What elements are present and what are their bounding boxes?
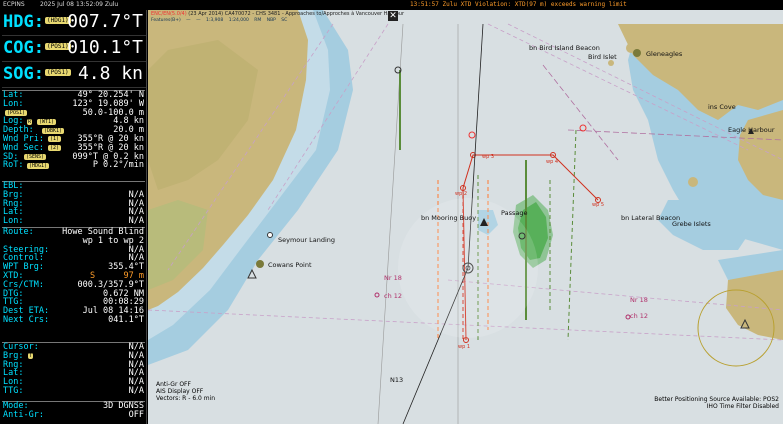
ebl-lon-row: Lon: N/A [2,217,145,226]
ebl-rng-row: Rng: N/A [2,199,145,209]
label-bird-island-beacon: bn Bird Island Beacon [529,44,600,52]
wind-primary-badge[interactable]: (1) [48,136,62,143]
rot-label: RoT: [3,160,24,171]
cursor-section[interactable]: Cursor: N/A Brg: T N/A Rng: N/A Lat: N/A Lon:… [2,342,145,396]
label-n13: N13 [390,376,404,384]
rot-value: P 0.2°/min [92,160,144,171]
next-crs-value: 041.1°T [108,314,144,325]
ebl-lat-row: Lat: N/A [2,208,145,217]
pos-source-badge[interactable]: (POS1) [5,110,28,117]
cog-label: COG: [3,38,44,58]
app-title: ECPINS [3,1,25,8]
log-mode-badge[interactable]: R [27,118,33,125]
label-ch12-west: ch 12 [384,292,403,300]
route-section[interactable]: Route: Howe Sound Blind wp 1 to wp 2 Stee… [2,227,145,325]
waypoint-1-label: wp 1 [458,344,471,350]
next-crs-row: Next Crs: 041.1°T [2,314,145,325]
rot-row: RoT: (HDG1) P 0.2°/min [2,161,145,170]
time-display: 13:52:09 Zulu [76,1,119,8]
log-source-badge[interactable]: (WT1) [37,118,57,125]
ebl-row: EBL: [2,182,145,191]
cursor-rng-row: Rng: N/A [2,360,145,370]
set-drift-badge[interactable]: (SENS) [24,154,47,161]
chart-info-bar: ENC/EN(5.0/4) (23 Apr 2014) CA470072 - C… [148,10,783,24]
rot-source-badge[interactable]: (HDG1) [27,162,50,169]
label-cowans-point: Cowans Point [268,261,312,269]
label-cove: ins Cove [708,103,736,111]
cursor-brg-row: Brg: T N/A [2,351,145,361]
label-gleneagles: Gleneagles [646,50,683,58]
next-crs-label: Next Crs: [3,314,50,325]
waypoint-3-label: wp 3 [482,154,495,160]
label-eagle-harbour: Eagle Harbour [728,126,775,134]
ebl-section[interactable]: EBL: Brg: N/A Rng: N/A Lat: N/A Lon: N/A [2,181,145,226]
waypoint-2-label: wp 2 [455,191,468,197]
chart-info-line: ENC/EN(5.0/4) (23 Apr 2014) CA470072 - C… [151,11,404,17]
cog-readout[interactable]: COG: (POS1) 010.1°T [2,36,146,62]
electronic-chart-display[interactable]: ENC/EN(5.0/4) (23 Apr 2014) CA470072 - C… [148,10,783,424]
anti-grounding-label: Anti-Gr: [3,409,44,420]
cursor-row: Cursor: N/A [2,343,145,352]
sog-readout[interactable]: SOG: (POS1) 4.8 kn [2,62,146,88]
title-bar: ECPINS 2025 Jul 08 13:52:09 Zulu 13:51:5… [0,0,783,10]
status-ais-display: AIS Display OFF [156,388,204,395]
cursor-ttg-label: TTG: [3,385,24,396]
alarm-message[interactable]: 13:51:57 Zulu XTD Violation: XTD(97 m) e… [410,0,627,10]
chart-cell-edition: ENC/EN(5.0/4) [151,11,187,17]
label-passage: Passage [501,209,528,217]
label-bird-islet: Bird Islet [588,53,617,61]
hdg-readout[interactable]: HDG: (HDG1) 007.7°T [2,10,146,36]
status-anti-grounding: Anti-Gr OFF [156,381,191,388]
cursor-ttg-row: TTG: N/A [2,385,145,396]
ebl-lon-value: N/A [128,216,144,227]
ebl-lon-label: Lon: [3,216,24,227]
nav-data-panel: HDG: (HDG1) 007.7°T COG: (POS1) 010.1°T … [0,10,147,424]
waypoint-4-label: wp 4 [546,159,559,165]
ebl-brg-row: Brg: N/A [2,190,145,200]
cursor-ttg-value: N/A [128,385,144,396]
label-nr18-west: Nr 18 [384,274,402,282]
label-nr18-east: Nr 18 [630,296,648,304]
lon-label: Lon: [3,98,24,109]
wind-secondary-badge[interactable]: (2) [48,145,62,152]
position-section: Lat: 49° 20.254' N Lon: 123° 19.089' W (PO… [2,90,145,170]
sog-value: 4.8 kn [77,63,143,84]
hdg-value: 007.7°T [67,11,143,32]
cursor-brg-mode-badge[interactable]: T [28,353,34,360]
sog-label: SOG: [3,64,44,84]
waypoint-5-label: wp 5 [592,202,605,208]
sog-source-badge[interactable]: (POS1) [45,69,71,76]
chart-layer-line[interactable]: Features(B+) — — 1:3,908 1:24,000 RM NBP… [151,18,287,23]
chart-title: (23 Apr 2014) CA470072 - CHS 3481 - Appr… [188,11,405,17]
status-iho-time-filter: IHO Time Filter Disabled [706,403,779,410]
label-ch12-east: ch 12 [630,312,649,320]
cursor-lat-row: Lat: N/A [2,369,145,378]
cog-value: 010.1°T [67,37,143,58]
label-seymour-landing: Seymour Landing [278,236,336,244]
route-label: Route: [3,227,34,237]
label-grebe-islets: Grebe Islets [672,220,711,228]
hdg-label: HDG: [3,12,44,32]
mode-section[interactable]: Mode: 3D DGNSS Anti-Gr: OFF [2,401,145,420]
cursor-lon-row: Lon: N/A [2,378,145,387]
status-vectors: Vectors: R - 6.0 min [156,395,216,402]
close-chart-info-button[interactable]: ✕ [388,11,398,21]
depth-source-badge[interactable]: (DBK1) [42,127,65,134]
anti-grounding-value: OFF [128,409,144,420]
status-positioning-source[interactable]: Better Positioning Source Available: POS… [654,396,779,403]
anti-grounding-row: Anti-Gr: OFF [2,409,145,420]
date-display: 2025 Jul 08 [40,1,74,8]
label-mooring-buoy: bn Mooring Buoy [421,214,477,222]
